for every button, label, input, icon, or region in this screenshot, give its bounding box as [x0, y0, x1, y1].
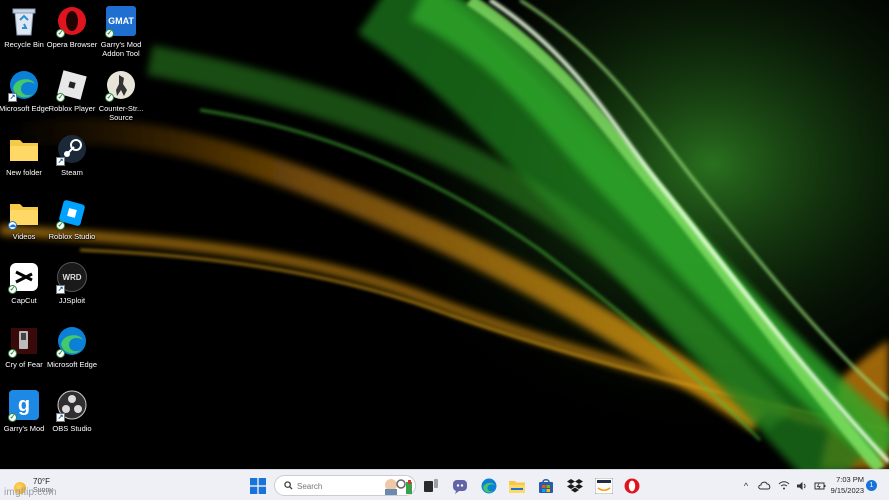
desktop-icon-label: OBS Studio — [52, 424, 92, 433]
sync-check-icon: ✓ — [56, 29, 65, 38]
chevron-up-icon[interactable]: ^ — [740, 481, 752, 491]
taskbar-clock[interactable]: 7:03 PM 9/15/2023 — [822, 474, 864, 496]
desktop-icon-label: Roblox Studio — [48, 232, 96, 241]
clock-date: 9/15/2023 — [830, 486, 864, 495]
file-explorer-button[interactable] — [506, 475, 528, 497]
task-view-button[interactable] — [420, 475, 442, 497]
sync-check-icon: ✓ — [8, 349, 17, 358]
onedrive-cloud-icon[interactable] — [758, 481, 771, 490]
garrys-mod-icon: g ✓ — [8, 389, 40, 422]
desktop-icon-label: JJSploit — [58, 296, 86, 305]
shortcut-arrow-icon: ↗ — [8, 93, 17, 102]
desktop-icon-videos[interactable]: ☁ Videos — [0, 197, 49, 259]
file-explorer-icon — [509, 481, 525, 493]
desktop-icon-garrys-mod[interactable]: g ✓ Garry's Mod — [0, 389, 49, 451]
desktop-icon-opera-browser[interactable]: ✓ Opera Browser — [47, 5, 97, 67]
desktop-icon-recycle-bin[interactable]: Recycle Bin — [0, 5, 49, 67]
taskbar-search-box[interactable] — [274, 475, 416, 496]
amazon-button[interactable] — [593, 475, 615, 497]
sync-check-icon: ✓ — [56, 221, 65, 230]
desktop-icon-cry-of-fear[interactable]: ✓ Cry of Fear — [0, 325, 49, 387]
edge-taskbar-button[interactable] — [478, 475, 500, 497]
desktop-icon-label: Microsoft Edge — [46, 360, 98, 369]
opera-taskbar-button[interactable] — [621, 475, 643, 497]
counter-strike-icon: ✓ — [105, 69, 137, 102]
desktop-icon-steam[interactable]: ↗ Steam — [47, 133, 97, 195]
folder-icon — [8, 133, 40, 165]
shortcut-arrow-icon: ↗ — [56, 157, 65, 166]
volume-icon[interactable] — [796, 481, 808, 491]
desktop-icon-label: Garry's Mod Addon Tool — [100, 40, 142, 58]
dropbox-icon — [567, 478, 583, 492]
microsoft-store-button[interactable] — [535, 475, 557, 497]
search-icon — [284, 481, 293, 490]
desktop-icon-garrys-mod-addon-tool[interactable]: GMAT ✓ Garry's Mod Addon Tool — [96, 5, 146, 67]
dropbox-button[interactable] — [564, 475, 586, 497]
capcut-icon: ✓ — [8, 261, 40, 294]
clock-time: 7:03 PM — [836, 475, 864, 484]
task-view-icon — [424, 479, 438, 492]
sync-check-icon: ✓ — [105, 93, 114, 102]
sync-check-icon: ✓ — [8, 413, 17, 422]
desktop-icon-microsoft-edge-2[interactable]: ✓ Microsoft Edge — [47, 325, 97, 387]
teams-chat-button[interactable] — [449, 475, 471, 497]
roblox-player-icon: ✓ — [56, 69, 88, 102]
gmat-icon: GMAT ✓ — [105, 5, 137, 38]
amazon-icon — [595, 478, 613, 494]
sync-check-icon: ✓ — [8, 285, 17, 294]
edge-icon — [481, 478, 497, 494]
watermark: imgflip.com — [4, 487, 57, 498]
obs-icon: ↗ — [56, 389, 88, 422]
steam-icon: ↗ — [56, 133, 88, 166]
sync-check-icon: ✓ — [56, 93, 65, 102]
teams-chat-icon — [453, 480, 467, 494]
wifi-icon[interactable] — [778, 481, 790, 490]
opera-icon: ✓ — [56, 5, 88, 38]
opera-icon — [624, 478, 640, 494]
taskbar: 70°F Sunny imgflip.com ^ — [0, 469, 889, 500]
system-tray: ^ — [740, 470, 826, 500]
desktop-icon-roblox-studio[interactable]: ✓ Roblox Studio — [47, 197, 97, 259]
sync-check-icon: ✓ — [56, 349, 65, 358]
weather-temperature: 70°F — [33, 477, 50, 486]
desktop-icon-counter-strike-source[interactable]: ✓ Counter-Str... Source — [96, 69, 146, 131]
desktop-icon-label: Counter-Str... Source — [98, 104, 144, 122]
notification-badge[interactable]: 1 — [866, 480, 877, 491]
folder-icon: ☁ — [8, 197, 40, 230]
shortcut-arrow-icon: ↗ — [56, 413, 65, 422]
recycle-bin-icon — [8, 5, 40, 37]
cloud-sync-icon: ☁ — [8, 221, 17, 230]
desktop-icon-roblox-player[interactable]: ✓ Roblox Player — [47, 69, 97, 131]
start-button[interactable] — [247, 475, 269, 497]
jjsploit-icon: WRD ↗ — [56, 261, 88, 294]
desktop-icon-jjsploit[interactable]: WRD ↗ JJSploit — [47, 261, 97, 323]
edge-icon: ✓ — [56, 325, 88, 358]
desktop-icon-new-folder[interactable]: New folder — [0, 133, 49, 195]
shortcut-arrow-icon: ↗ — [56, 285, 65, 294]
desktop-icon-microsoft-edge[interactable]: ↗ Microsoft Edge — [0, 69, 49, 131]
search-highlight-icon — [385, 479, 412, 495]
desktop-icon-label: Steam — [61, 168, 83, 177]
microsoft-store-icon — [539, 479, 553, 493]
roblox-studio-icon: ✓ — [56, 197, 88, 230]
desktop-icon-obs-studio[interactable]: ↗ OBS Studio — [47, 389, 97, 451]
edge-icon: ↗ — [8, 69, 40, 102]
sync-check-icon: ✓ — [105, 29, 114, 38]
desktop-icon-capcut[interactable]: ✓ CapCut — [0, 261, 49, 323]
cry-of-fear-icon: ✓ — [8, 325, 40, 358]
windows-start-icon — [250, 478, 266, 494]
search-input[interactable] — [297, 479, 377, 493]
